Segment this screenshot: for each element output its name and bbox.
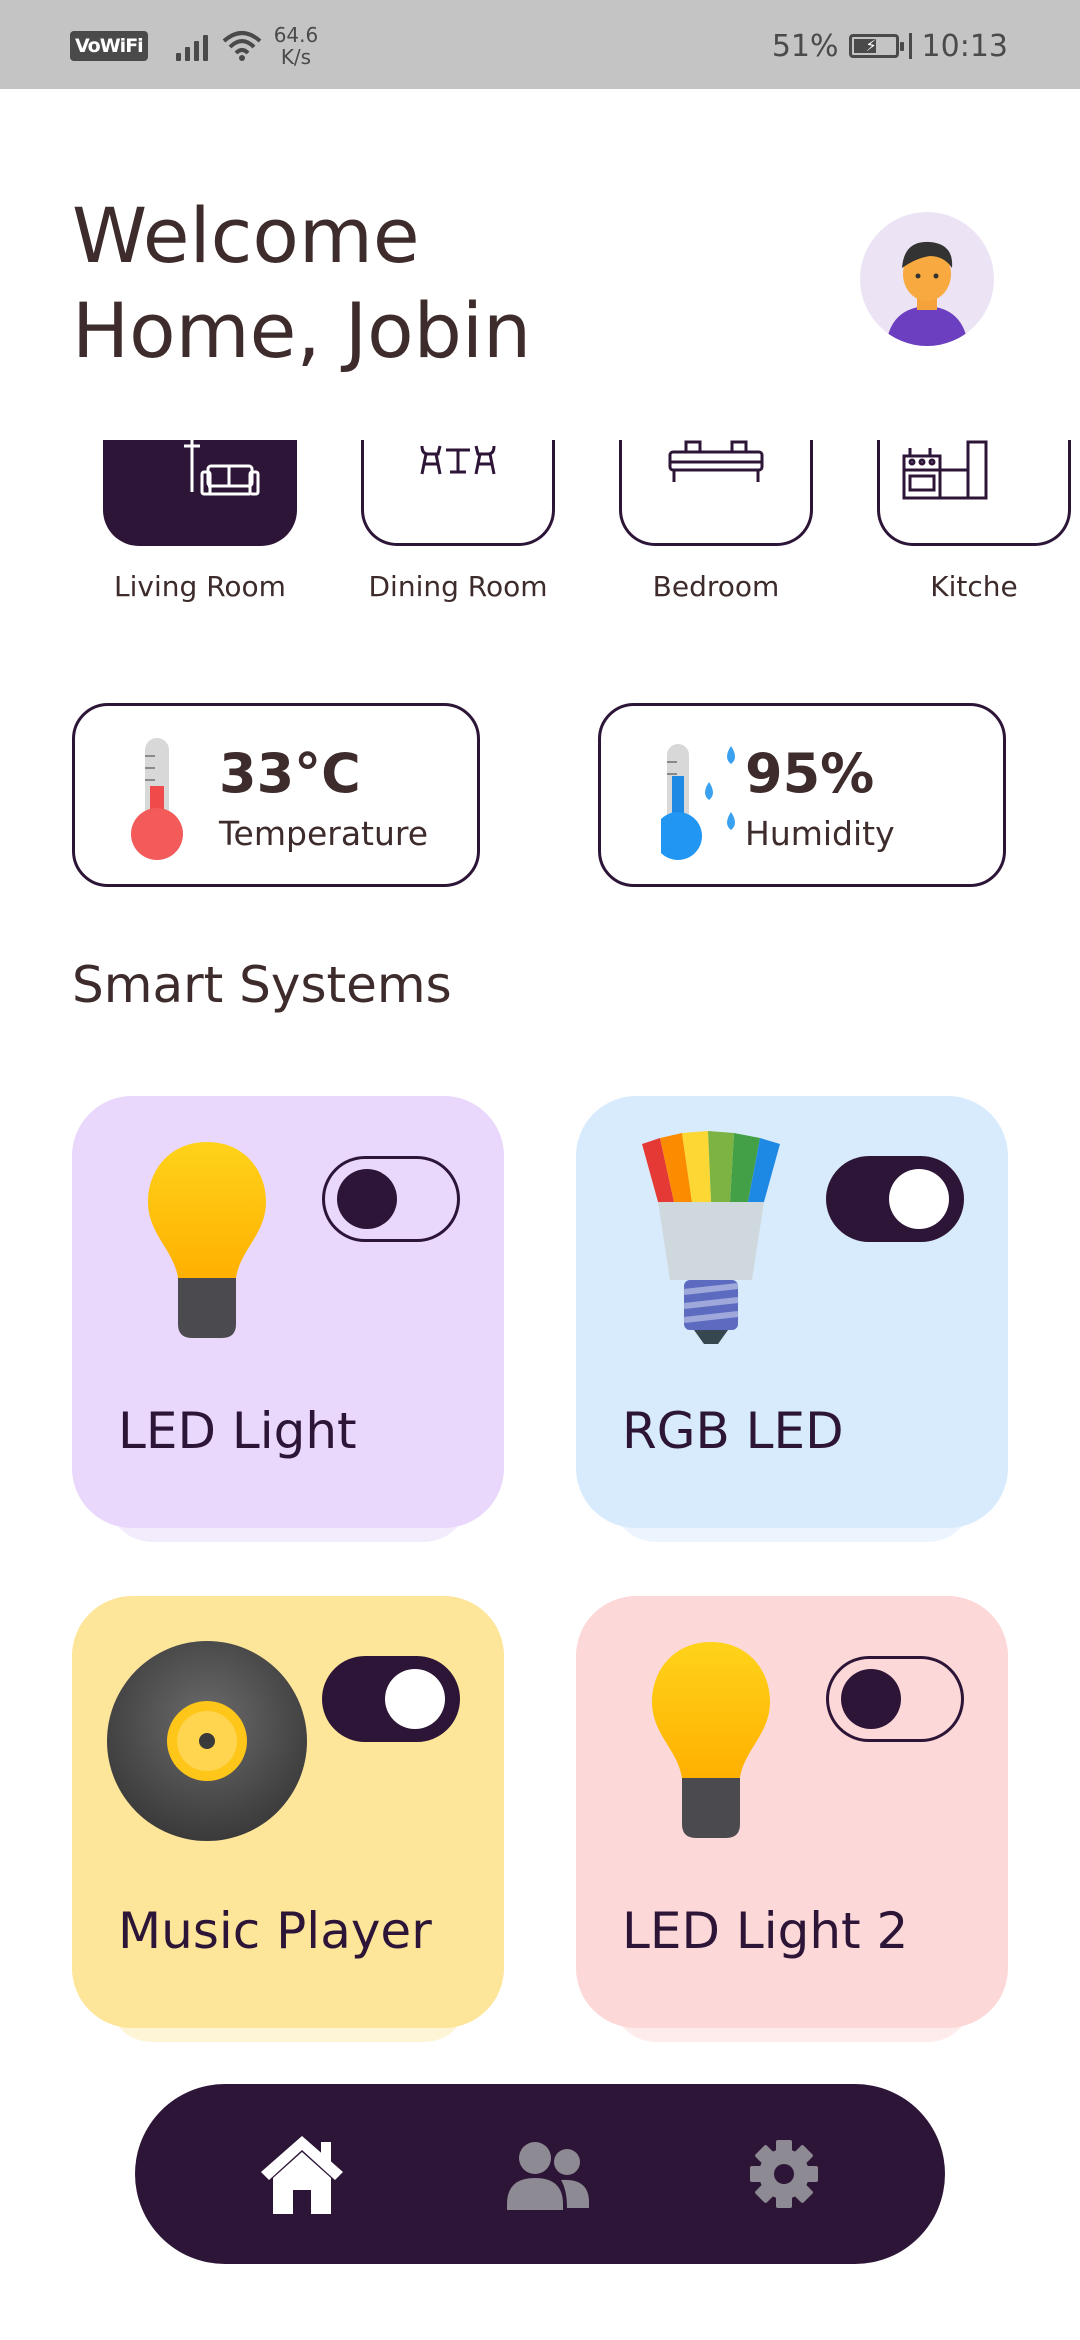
- toggle-knob: [889, 1169, 949, 1229]
- room-label: Bedroom: [652, 570, 780, 603]
- section-title: Smart Systems: [72, 956, 452, 1014]
- status-bar-left: VoWiFi 64.6 K/s: [70, 22, 318, 70]
- humidity-value: 95%: [745, 742, 875, 805]
- nav-users-button[interactable]: [503, 2132, 593, 2216]
- toggle-knob: [385, 1669, 445, 1729]
- nav-home-button[interactable]: [257, 2132, 347, 2216]
- kitchen-icon: [902, 440, 988, 500]
- device-card-led-light[interactable]: LED Light: [72, 1096, 504, 1542]
- room-tab-bedroom[interactable]: [619, 440, 813, 546]
- bed-icon: [668, 440, 764, 482]
- vowifi-badge: VoWiFi: [70, 31, 148, 61]
- room-tab-dining-room[interactable]: [361, 440, 555, 546]
- led-light-2-toggle[interactable]: [826, 1656, 964, 1742]
- battery-percent: 51%: [771, 28, 839, 64]
- device-name: LED Light: [118, 1402, 357, 1460]
- thermometer-hot-icon: [131, 738, 183, 860]
- temperature-card: 33°C Temperature: [72, 703, 480, 887]
- battery-icon: ⚡: [848, 34, 904, 58]
- thermometer-humidity-icon: [661, 744, 735, 860]
- room-selector: Living Room Dining Room Bedroom Kitche: [0, 440, 1080, 620]
- rgb-led-toggle[interactable]: [826, 1156, 964, 1242]
- bottom-nav: [135, 2084, 945, 2264]
- speed-value: 64.6: [273, 23, 319, 47]
- home-icon: [261, 2136, 343, 2214]
- humidity-card: 95% Humidity: [598, 703, 1006, 887]
- device-name: Music Player: [118, 1902, 432, 1960]
- status-bar-right: 51% ⚡ 10:13: [772, 24, 1008, 68]
- card-body: RGB LED: [576, 1096, 1008, 1528]
- device-card-music-player[interactable]: Music Player: [72, 1596, 504, 2042]
- signal-icon: [175, 31, 208, 61]
- sofa-icon: [184, 440, 260, 496]
- users-icon: [507, 2142, 589, 2210]
- card-body: LED Light 2: [576, 1596, 1008, 2028]
- network-speed: 64.6 K/s: [274, 24, 319, 68]
- room-tab-kitchen[interactable]: [877, 440, 1071, 546]
- nav-settings-button[interactable]: [739, 2132, 829, 2216]
- vinyl-record-icon: [107, 1641, 307, 1841]
- dining-table-icon: [420, 445, 496, 475]
- welcome-heading: Welcome Home, Jobin: [72, 188, 531, 378]
- rgb-bulb-icon: [642, 1131, 780, 1344]
- speed-unit: K/s: [280, 45, 312, 69]
- room-label: Kitche: [930, 570, 1018, 603]
- music-player-toggle[interactable]: [322, 1656, 460, 1742]
- wifi-icon: [222, 31, 262, 61]
- device-name: RGB LED: [622, 1402, 844, 1460]
- gear-icon: [750, 2140, 818, 2208]
- temperature-label: Temperature: [219, 814, 429, 853]
- welcome-line-1: Welcome: [72, 191, 420, 280]
- room-label: Living Room: [114, 570, 286, 603]
- toggle-knob: [841, 1669, 901, 1729]
- card-body: LED Light: [72, 1096, 504, 1528]
- led-light-toggle[interactable]: [322, 1156, 460, 1242]
- room-tab-living-room[interactable]: [103, 440, 297, 546]
- card-body: Music Player: [72, 1596, 504, 2028]
- device-card-rgb-led[interactable]: RGB LED: [576, 1096, 1008, 1542]
- device-card-led-light-2[interactable]: LED Light 2: [576, 1596, 1008, 2042]
- avatar[interactable]: [860, 212, 994, 346]
- clock: 10:13: [921, 28, 1008, 64]
- light-bulb-icon: [148, 1142, 266, 1338]
- toggle-knob: [337, 1169, 397, 1229]
- temperature-value: 33°C: [219, 742, 361, 805]
- user-avatar-icon: [886, 241, 968, 346]
- device-name: LED Light 2: [622, 1902, 909, 1960]
- status-divider: [908, 33, 912, 59]
- room-label: Dining Room: [368, 570, 548, 603]
- light-bulb-icon: [652, 1642, 770, 1838]
- humidity-label: Humidity: [745, 814, 895, 853]
- welcome-line-2: Home, Jobin: [72, 286, 532, 375]
